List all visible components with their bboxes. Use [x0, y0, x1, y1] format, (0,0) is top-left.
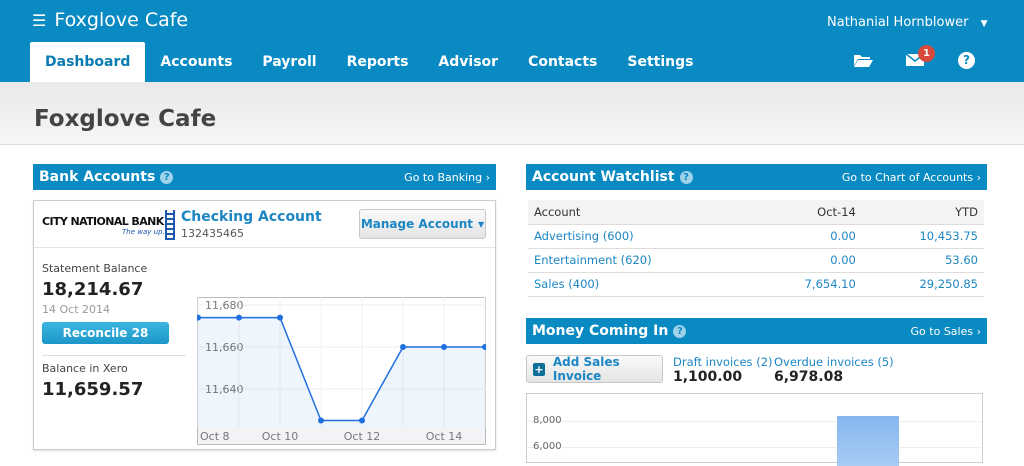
panel-title: Account Watchlist — [532, 169, 675, 185]
y-tick-label: 11,680 — [205, 299, 244, 312]
nav-settings[interactable]: Settings — [612, 42, 708, 82]
month-value[interactable]: 7,654.10 — [752, 272, 862, 297]
manage-account-button[interactable]: Manage Account ▼ — [359, 209, 486, 239]
x-tick-label: Oct 8 — [200, 430, 230, 443]
nav-payroll[interactable]: Payroll — [247, 42, 331, 82]
bank-tagline: The way up. — [122, 228, 165, 236]
column-header: YTD — [861, 200, 984, 225]
ytd-value[interactable]: 53.60 — [861, 248, 984, 273]
ladder-logo-icon — [165, 210, 175, 240]
sales-bar-chart: 8,000 6,000 — [526, 393, 983, 466]
account-name-link[interactable]: Checking Account — [181, 209, 322, 225]
ytd-value[interactable]: 29,250.85 — [861, 272, 984, 297]
gridline — [527, 447, 982, 448]
data-point — [236, 314, 242, 321]
org-menu[interactable]: ☰ Foxglove Cafe — [32, 9, 188, 31]
panel-header: Account Watchlist? Go to Chart of Accoun… — [526, 164, 987, 190]
title-bar: Foxglove Cafe — [0, 82, 1024, 145]
plus-icon: + — [533, 362, 545, 376]
x-tick-label: Oct 14 — [426, 430, 463, 443]
nav-accounts[interactable]: Accounts — [145, 42, 247, 82]
data-point — [277, 314, 283, 321]
go-to-sales-link[interactable]: Go to Sales › — [911, 325, 981, 338]
nav-contacts[interactable]: Contacts — [513, 42, 612, 82]
draft-invoices-link[interactable]: Draft invoices (2) — [673, 355, 773, 369]
caret-down-icon: ▼ — [478, 219, 485, 229]
go-to-banking-link[interactable]: Go to Banking › — [404, 171, 490, 184]
column-header: Oct-14 — [752, 200, 862, 225]
table-row: Sales (400) 7,654.10 29,250.85 — [528, 272, 984, 297]
draft-invoices-value: 1,100.00 — [673, 369, 743, 385]
nav-dashboard[interactable]: Dashboard — [30, 42, 146, 82]
caret-down-icon: ▼ — [980, 19, 988, 29]
data-point — [400, 344, 406, 350]
folder-icon[interactable] — [853, 52, 873, 72]
watchlist-table: Account Oct-14 YTD Advertising (600) 0.00 10… — [528, 200, 984, 297]
go-to-chart-of-accounts-link[interactable]: Go to Chart of Accounts › — [842, 171, 981, 184]
bar — [837, 416, 899, 466]
button-label: Manage Account — [360, 217, 473, 231]
statement-balance-label: Statement Balance — [42, 262, 148, 275]
nav-reports[interactable]: Reports — [332, 42, 424, 82]
help-icon[interactable]: ? — [160, 171, 174, 184]
overdue-invoices-value: 6,978.08 — [774, 369, 844, 385]
gridline — [527, 421, 982, 422]
balance-line-chart: 11,68011,66011,640Oct 8Oct 10Oct 12Oct 1… — [197, 297, 486, 445]
top-header: ☰ Foxglove Cafe Nathanial Hornblower ▼ Da… — [0, 0, 1024, 82]
overdue-invoices-link[interactable]: Overdue invoices (5) — [774, 355, 894, 369]
account-number: 132435465 — [181, 227, 244, 240]
table-header: Account Oct-14 YTD — [528, 200, 984, 225]
divider — [42, 355, 186, 356]
panel-header: Money Coming In? Go to Sales › — [526, 318, 987, 344]
account-watchlist-panel: Account Watchlist? Go to Chart of Accoun… — [526, 164, 987, 297]
balance-in-xero-label: Balance in Xero — [42, 362, 128, 375]
balance-in-xero: 11,659.57 — [42, 379, 144, 400]
user-menu[interactable]: Nathanial Hornblower ▼ — [827, 15, 988, 30]
x-tick-label: Oct 10 — [262, 430, 299, 443]
panel-header: Bank Accounts? Go to Banking › — [33, 164, 496, 190]
panel-title: Money Coming In — [532, 323, 669, 339]
add-sales-invoice-button[interactable]: + Add Sales Invoice — [526, 355, 663, 383]
month-value[interactable]: 0.00 — [752, 224, 862, 249]
user-name: Nathanial Hornblower — [827, 15, 969, 30]
data-point — [441, 344, 447, 350]
table-row: Advertising (600) 0.00 10,453.75 — [528, 224, 984, 249]
y-tick-label: 6,000 — [533, 441, 562, 452]
account-link[interactable]: Entertainment (620) — [528, 248, 753, 273]
account-link[interactable]: Sales (400) — [528, 272, 753, 297]
nav-advisor[interactable]: Advisor — [423, 42, 513, 82]
month-value[interactable]: 0.00 — [752, 248, 862, 273]
reconcile-button[interactable]: Reconcile 28 items — [42, 322, 169, 362]
account-link[interactable]: Advertising (600) — [528, 224, 753, 249]
page-title: Foxglove Cafe — [34, 106, 217, 132]
data-point — [318, 417, 324, 424]
bank-account-card: CITY NATIONAL BANK The way up. Checking … — [33, 200, 496, 450]
statement-balance: 18,214.67 — [42, 279, 144, 300]
data-point — [359, 417, 365, 424]
menu-icon: ☰ — [32, 10, 47, 30]
main-nav: Dashboard Accounts Payroll Reports Advis… — [30, 42, 708, 82]
help-icon[interactable]: ? — [673, 325, 687, 338]
help-icon[interactable]: ? — [958, 52, 975, 69]
x-tick-label: Oct 12 — [344, 430, 381, 443]
bank-accounts-panel: Bank Accounts? Go to Banking › CITY NATI… — [33, 164, 496, 450]
mail-count-badge: 1 — [918, 45, 935, 62]
panel-title: Bank Accounts — [39, 169, 156, 185]
bank-logo: CITY NATIONAL BANK — [42, 215, 164, 228]
money-coming-in-panel: Money Coming In? Go to Sales › + Add Sale… — [526, 318, 987, 466]
statement-date: 14 Oct 2014 — [42, 303, 111, 316]
column-header: Account — [528, 200, 753, 225]
table-row: Entertainment (620) 0.00 53.60 — [528, 248, 984, 273]
help-icon[interactable]: ? — [679, 171, 693, 184]
ytd-value[interactable]: 10,453.75 — [861, 224, 984, 249]
button-label: Add Sales Invoice — [552, 355, 620, 383]
y-tick-label: 8,000 — [533, 415, 562, 426]
org-name: Foxglove Cafe — [54, 9, 189, 31]
